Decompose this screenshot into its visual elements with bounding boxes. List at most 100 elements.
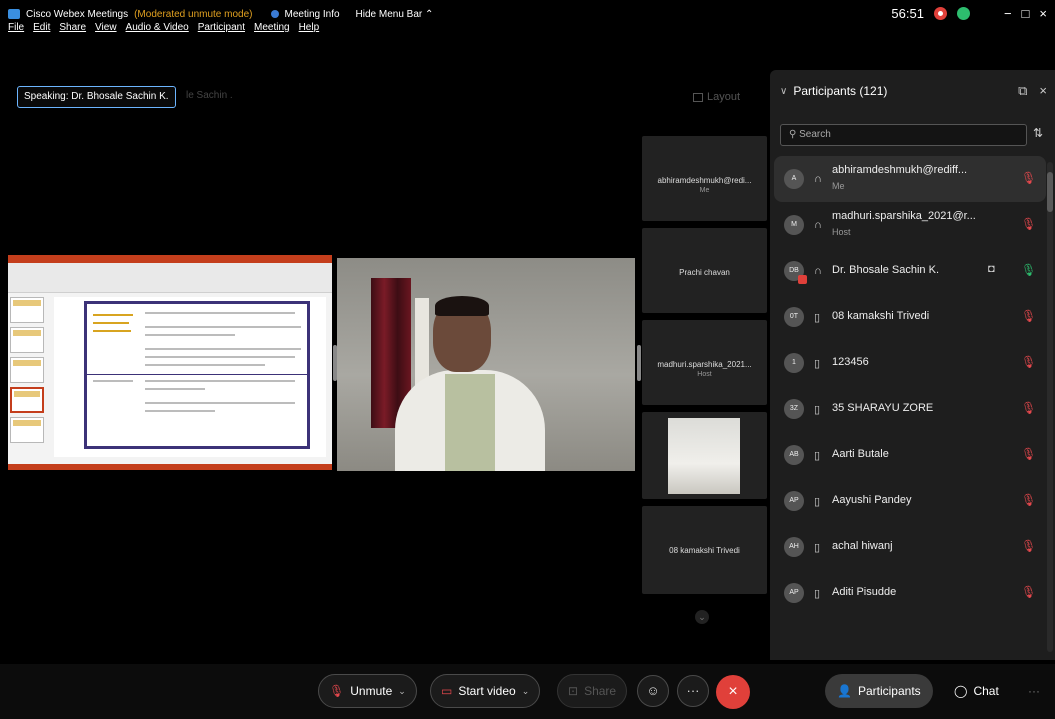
mic-muted-icon[interactable]: 🎙 (1021, 217, 1036, 231)
video-tile[interactable] (642, 412, 767, 499)
mic-muted-icon[interactable]: 🎙 (1021, 447, 1036, 461)
share-label: Share (584, 684, 617, 698)
presenter-badge-icon (798, 275, 807, 284)
video-tile-name: abhiramdeshmukh@redi... (657, 176, 752, 185)
popout-icon[interactable]: ⧉ (1018, 83, 1027, 99)
mic-muted-icon[interactable]: 🎙 (1021, 309, 1036, 323)
avatar: A (784, 169, 804, 189)
mic-muted-icon[interactable]: 🎙 (1021, 585, 1036, 599)
start-video-button[interactable]: ▭ Start video ⌄ (430, 674, 541, 708)
active-speaker-label-ghost: le Sachin . (186, 90, 233, 101)
participant-row[interactable]: M ∩ madhuri.sparshika_2021@r... Host 🎙 (774, 202, 1046, 248)
device-icon: ▯ (814, 541, 821, 554)
slide-text-line (145, 356, 295, 358)
participant-row[interactable]: DB ∩ Dr. Bhosale Sachin K. ◘ 🎙 (774, 248, 1046, 294)
participant-row[interactable]: AB ▯ Aarti Butale 🎙 (774, 432, 1046, 478)
slide-text-line (145, 380, 295, 382)
chevron-down-icon[interactable]: ⌄ (695, 610, 709, 624)
search-icon: ⚲ (789, 129, 797, 140)
avatar: DB (784, 261, 807, 284)
close-icon: × (728, 683, 738, 700)
video-tile-name: 08 kamakshi Trivedi (669, 546, 740, 555)
search-placeholder: Search (799, 129, 831, 140)
participant-name: 08 kamakshi Trivedi (832, 310, 930, 322)
participant-row[interactable]: 1 ▯ 123456 🎙 (774, 340, 1046, 386)
mic-muted-icon[interactable]: 🎙 (1021, 355, 1036, 369)
video-tile[interactable]: 08 kamakshi Trivedi (642, 506, 767, 594)
participant-list-scrollbar[interactable] (1047, 162, 1053, 652)
overflow-button[interactable]: ··· (1016, 674, 1052, 708)
recording-icon[interactable] (933, 7, 947, 20)
share-button[interactable]: ⊡ Share (557, 674, 628, 708)
leave-meeting-button[interactable]: × (716, 675, 750, 709)
menu-help[interactable]: Help (299, 22, 320, 33)
participant-row[interactable]: AP ▯ Aayushi Pandey 🎙 (774, 478, 1046, 524)
video-tile-name: madhuri.sparshika_2021... (657, 360, 752, 369)
speaker-video[interactable] (337, 258, 635, 471)
meeting-info-button[interactable]: Meeting Info (285, 9, 340, 20)
sharing-icon: ◘ (988, 263, 995, 275)
close-icon[interactable]: × (1039, 83, 1047, 99)
hide-menu-bar-button[interactable]: Hide Menu Bar ⌃ (356, 9, 434, 20)
menu-participant[interactable]: Participant (198, 22, 245, 33)
participants-panel-header[interactable]: ∨ Participants (121) (780, 84, 887, 98)
participant-row[interactable]: A ∩ abhiramdeshmukh@rediff... Me 🎙 (774, 156, 1046, 202)
video-tile-sub: Host (697, 371, 712, 378)
chevron-up-icon: ⌃ (425, 8, 434, 20)
slide-thumbnail (10, 327, 44, 353)
menu-edit[interactable]: Edit (33, 22, 50, 33)
video-tile[interactable]: abhiramdeshmukh@redi... Me (642, 136, 767, 221)
meeting-controls-bar: 🎙 Unmute ⌄ ▭ Start video ⌄ ⊡ Share ☺ ···… (0, 664, 1055, 719)
participants-panel-title: Participants (121) (793, 84, 888, 98)
reactions-button[interactable]: ☺ (637, 675, 669, 707)
mic-muted-icon[interactable]: 🎙 (1021, 401, 1036, 415)
more-options-button[interactable]: ··· (677, 675, 709, 707)
video-tile[interactable]: madhuri.sparshika_2021... Host (642, 320, 767, 405)
window-controls: 56:51 − □ × (891, 6, 1047, 21)
chevron-down-icon[interactable]: ⌄ (398, 686, 406, 697)
participant-row[interactable]: AP ▯ Aditi Pisudde 🎙 (774, 570, 1046, 616)
device-icon: ▯ (814, 403, 821, 416)
participant-row[interactable]: AH ▯ achal hiwanj 🎙 (774, 524, 1046, 570)
chat-button[interactable]: ◯ Chat (942, 674, 1011, 708)
ppt-ribbon (8, 255, 332, 293)
menu-audio-video[interactable]: Audio & Video (126, 22, 189, 33)
participant-name: abhiramdeshmukh@rediff... (832, 164, 968, 176)
participant-row[interactable]: 3Z ▯ 35 SHARAYU ZORE 🎙 (774, 386, 1046, 432)
unmute-button[interactable]: 🎙 Unmute ⌄ (318, 674, 417, 708)
menu-meeting[interactable]: Meeting (254, 22, 290, 33)
menu-share[interactable]: Share (59, 22, 86, 33)
mic-muted-icon[interactable]: 🎙 (1021, 493, 1036, 507)
connection-status-icon[interactable] (956, 7, 970, 20)
device-icon: ▯ (814, 449, 821, 462)
participant-role: Me (832, 181, 845, 191)
unmute-label: Unmute (350, 684, 393, 698)
chevron-down-icon[interactable]: ⌄ (522, 686, 530, 697)
mic-unmuted-icon[interactable]: 🎙 (1021, 263, 1036, 277)
menu-file[interactable]: File (8, 22, 24, 33)
participant-role: Host (832, 227, 851, 237)
resize-handle[interactable] (637, 345, 641, 381)
close-window-button[interactable]: × (1039, 6, 1047, 21)
title-row: Cisco Webex Meetings (Moderated unmute m… (8, 6, 433, 22)
restore-button[interactable]: □ (1022, 6, 1030, 21)
chat-label: Chat (973, 684, 999, 698)
video-tile[interactable]: Prachi chavan (642, 228, 767, 313)
participant-row[interactable]: 0T ▯ 08 kamakshi Trivedi 🎙 (774, 294, 1046, 340)
info-icon[interactable] (270, 10, 279, 18)
minimize-button[interactable]: − (1004, 6, 1012, 21)
menu-bar: File Edit Share View Audio & Video Parti… (8, 22, 319, 33)
start-video-label: Start video (458, 684, 516, 698)
slide-text-line (145, 348, 301, 350)
avatar: 0T (784, 307, 804, 327)
menu-view[interactable]: View (95, 22, 117, 33)
headset-icon: ∩ (814, 265, 822, 277)
shared-screen[interactable] (8, 255, 332, 470)
mic-muted-icon[interactable]: 🎙 (1021, 171, 1036, 185)
sort-icon[interactable]: ⇅ (1033, 126, 1043, 140)
participant-search-input[interactable]: ⚲ Search (780, 124, 1027, 146)
mic-muted-icon[interactable]: 🎙 (1021, 539, 1036, 553)
participants-button[interactable]: 👤 Participants (825, 674, 933, 708)
layout-button[interactable]: Layout (693, 91, 740, 103)
slide-text-line (145, 388, 205, 390)
